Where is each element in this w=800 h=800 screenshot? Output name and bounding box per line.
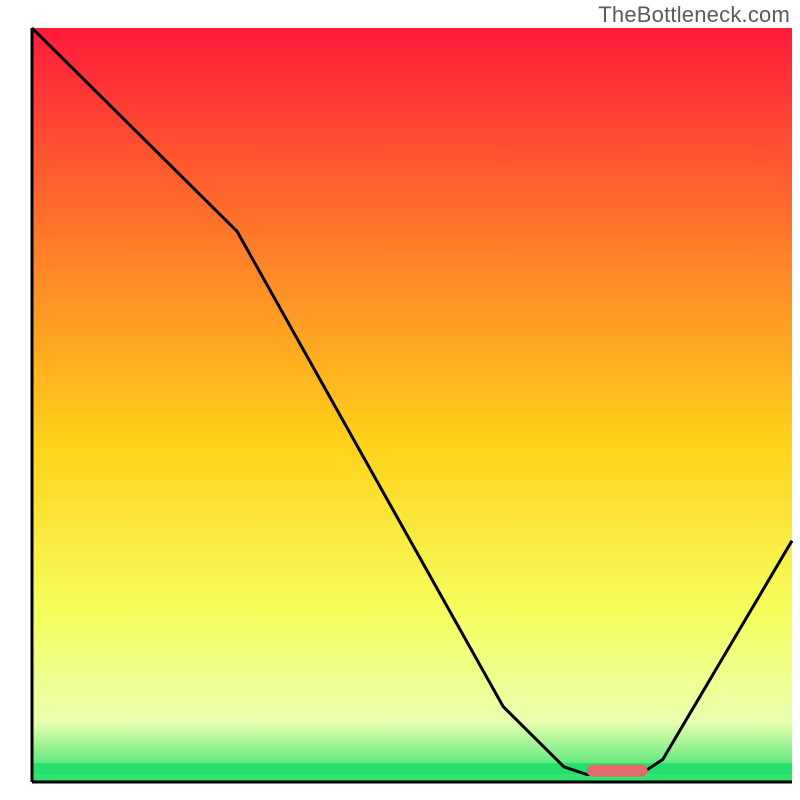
optimal-range-marker: [587, 765, 648, 777]
green-band: [32, 763, 792, 774]
bottleneck-curve-plot: [0, 0, 800, 800]
plot-area: [32, 28, 792, 782]
watermark-text: TheBottleneck.com: [598, 2, 790, 28]
chart-container: { "watermark": "TheBottleneck.com", "col…: [0, 0, 800, 800]
